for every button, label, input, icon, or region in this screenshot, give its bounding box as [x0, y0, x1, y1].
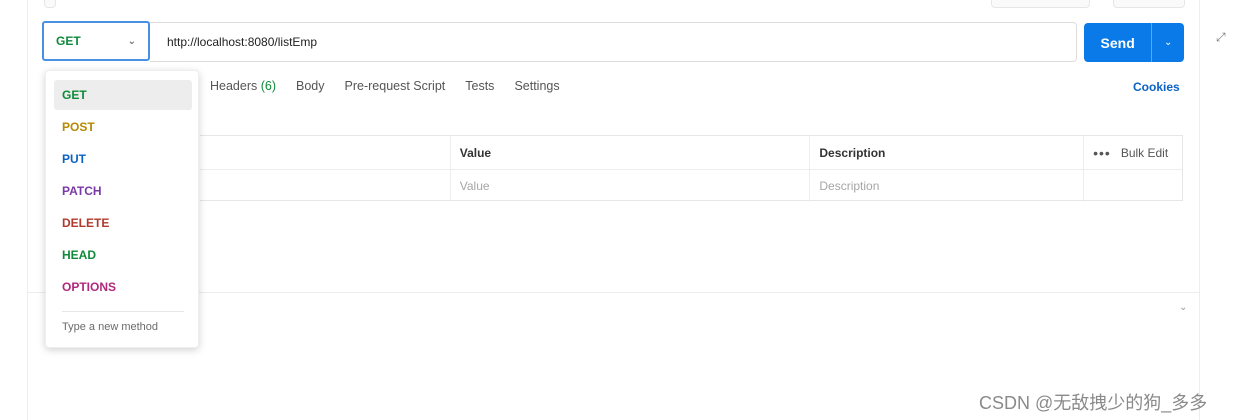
- chevron-down-icon: ⌄: [127, 35, 136, 47]
- method-select[interactable]: GET ⌄: [42, 21, 150, 61]
- method-option-label: HEAD: [62, 248, 97, 262]
- bulk-edit-area: ••• Bulk Edit: [1083, 136, 1182, 169]
- table-row: Value Description: [200, 169, 1182, 202]
- value-column-header: Value: [449, 136, 810, 169]
- method-option-label: PUT: [62, 152, 86, 166]
- bulk-edit-button[interactable]: Bulk Edit: [1121, 146, 1168, 160]
- method-option-label: PATCH: [62, 184, 102, 198]
- tab-headers-count: (6): [260, 79, 277, 93]
- watermark: CSDN @无敌拽少的狗_多多: [979, 393, 1208, 413]
- row-actions-cell: [1083, 169, 1182, 202]
- method-option-head[interactable]: HEAD: [54, 240, 192, 270]
- send-options-button[interactable]: ⌄: [1151, 23, 1184, 62]
- send-button[interactable]: Send ⌄: [1084, 23, 1184, 62]
- method-option-label: OPTIONS: [62, 280, 117, 294]
- more-dots-icon[interactable]: •••: [1093, 145, 1111, 161]
- method-option-label: DELETE: [62, 216, 110, 230]
- description-input[interactable]: Description: [809, 169, 1083, 202]
- tab-pre-request-script[interactable]: Pre-request Script: [335, 79, 456, 93]
- send-label: Send: [1100, 34, 1135, 51]
- dropdown-divider: [62, 311, 184, 312]
- key-cell[interactable]: [200, 169, 450, 202]
- right-sidebar-edge: [1199, 0, 1234, 420]
- method-option-label: POST: [62, 120, 95, 134]
- tab-body[interactable]: Body: [286, 79, 335, 93]
- tab-headers[interactable]: Headers (6): [200, 79, 286, 93]
- method-option-get[interactable]: GET: [54, 80, 192, 110]
- method-option-put[interactable]: PUT: [54, 144, 192, 174]
- params-table: Value Description ••• Bulk Edit Value De…: [200, 135, 1183, 202]
- top-toolbar-stub: [991, 0, 1090, 8]
- expand-icon[interactable]: ⤢: [1216, 30, 1226, 45]
- table-header-row: Value Description ••• Bulk Edit: [200, 136, 1182, 170]
- method-option-label: GET: [62, 88, 87, 102]
- method-option-delete[interactable]: DELETE: [54, 208, 192, 238]
- request-tabs: Headers (6) Body Pre-request Script Test…: [200, 79, 570, 93]
- description-column-header: Description: [809, 136, 1083, 169]
- tab-settings[interactable]: Settings: [504, 79, 569, 93]
- chevron-down-icon[interactable]: ⌄: [1179, 302, 1187, 313]
- top-tab-stub: [44, 0, 56, 8]
- new-method-input[interactable]: Type a new method: [62, 321, 158, 333]
- tab-tests[interactable]: Tests: [455, 79, 504, 93]
- method-dropdown: GET POST PUT PATCH DELETE HEAD OPTIONS T…: [45, 70, 199, 348]
- method-option-post[interactable]: POST: [54, 112, 192, 142]
- tab-headers-label: Headers: [210, 79, 258, 93]
- url-value: http://localhost:8080/listEmp: [167, 35, 318, 49]
- response-divider: [27, 292, 1199, 293]
- left-sidebar-edge: [0, 0, 28, 420]
- key-column-header: [200, 136, 450, 169]
- url-input[interactable]: http://localhost:8080/listEmp: [150, 22, 1077, 62]
- method-option-patch[interactable]: PATCH: [54, 176, 192, 206]
- cookies-link[interactable]: Cookies: [1133, 80, 1180, 94]
- top-toolbar-stub: [1113, 0, 1185, 8]
- value-input[interactable]: Value: [449, 169, 810, 202]
- method-option-options[interactable]: OPTIONS: [54, 272, 192, 302]
- chevron-down-icon: ⌄: [1163, 37, 1173, 48]
- method-select-value: GET: [56, 34, 81, 48]
